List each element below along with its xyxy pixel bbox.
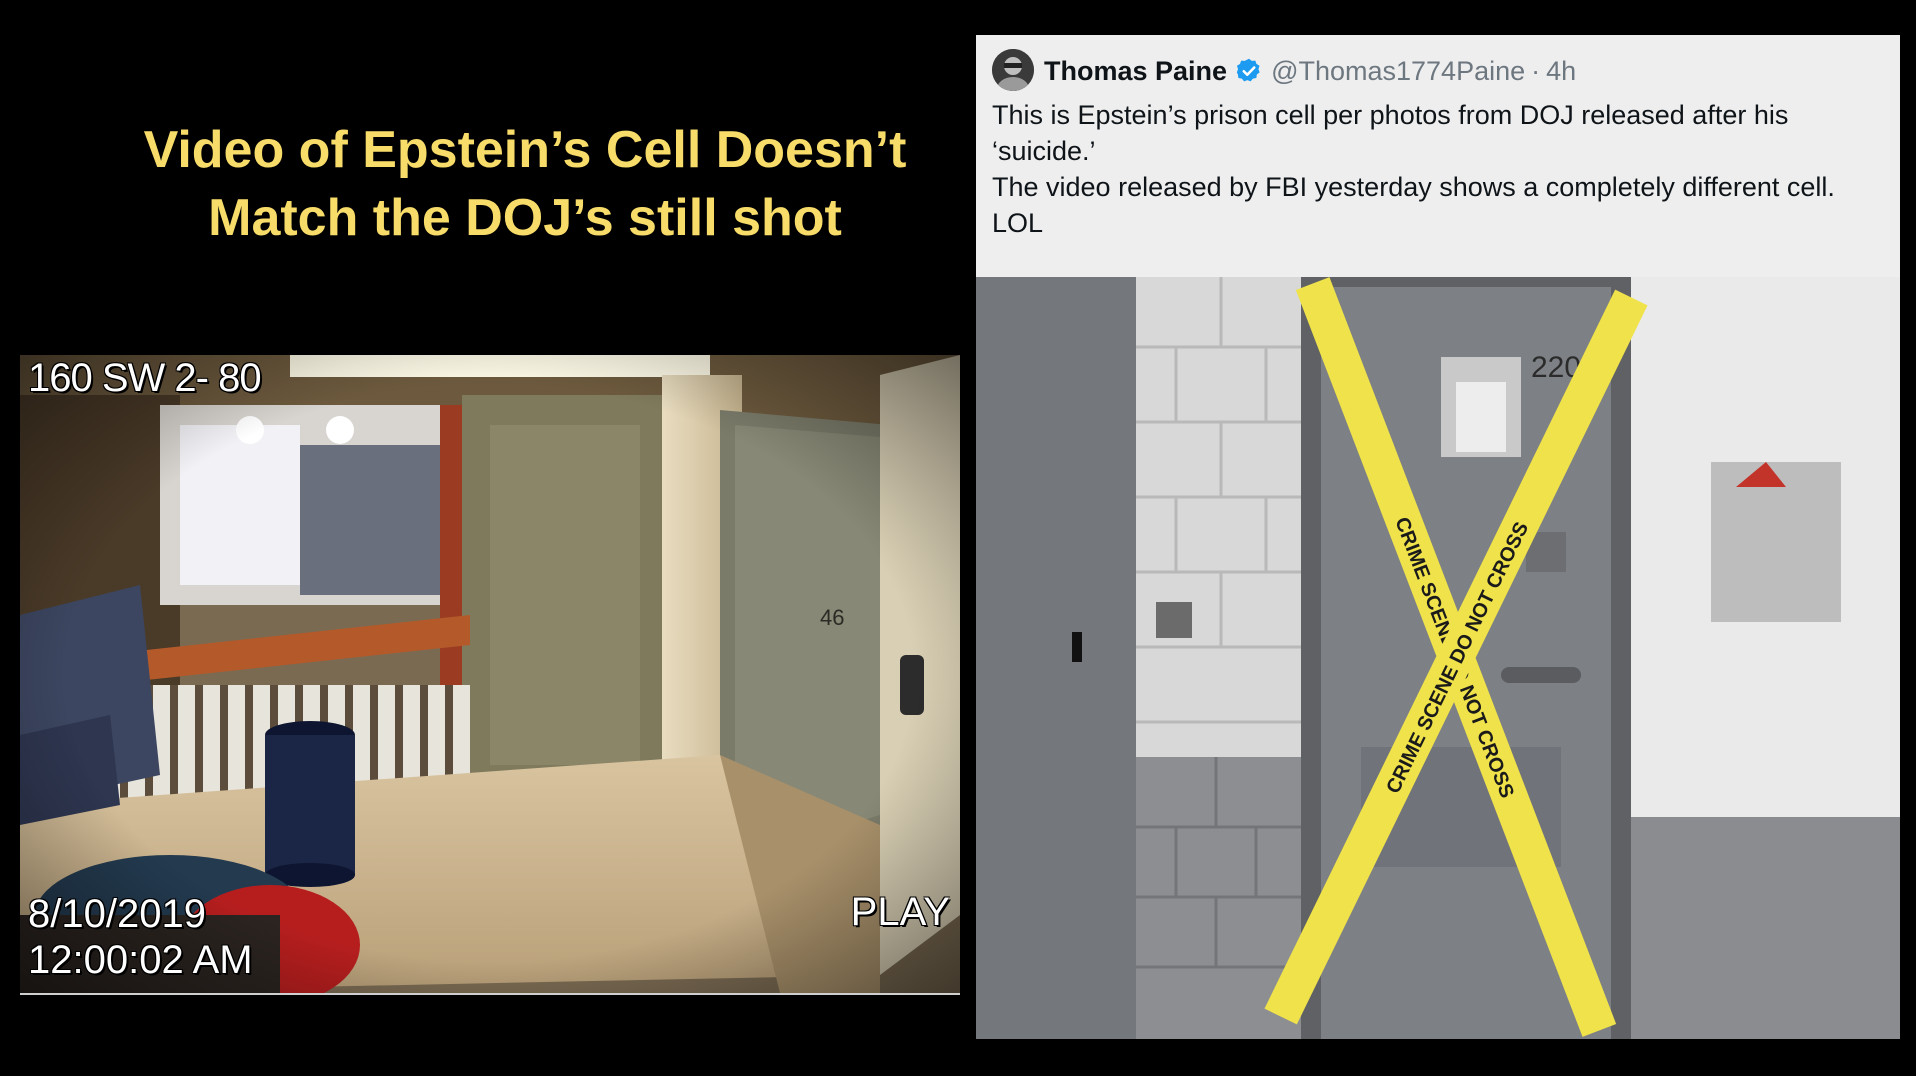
tweet-line: LOL	[992, 208, 1044, 238]
tweet-age[interactable]: 4h	[1546, 56, 1576, 87]
avatar-portrait-icon	[992, 49, 1034, 91]
tweet-line: This is Epstein’s prison cell per photos…	[992, 100, 1789, 130]
cell-door-photo: 220 CRIME SCENE DO NOT CROSS CRIME SCENE	[976, 277, 1900, 1039]
avatar	[992, 49, 1034, 91]
headline: Video of Epstein’s Cell Doesn’t Match th…	[80, 116, 970, 252]
cell-door-scene: 220 CRIME SCENE DO NOT CROSS CRIME SCENE	[976, 277, 1900, 1039]
author-name[interactable]: Thomas Paine	[1044, 56, 1227, 87]
camera-label: 160 SW 2- 80	[28, 356, 262, 400]
slide: Video of Epstein’s Cell Doesn’t Match th…	[0, 0, 1916, 1076]
header-separator: ·	[1531, 55, 1541, 86]
tweet-card: Thomas Paine @Thomas1774Paine · 4h This …	[976, 35, 1900, 277]
cctv-still-image: 46	[20, 355, 960, 995]
tweet-header: Thomas Paine @Thomas1774Paine · 4h	[1044, 53, 1576, 89]
verified-badge-icon	[1235, 57, 1263, 85]
headline-line-1: Video of Epstein’s Cell Doesn’t	[143, 121, 907, 179]
author-handle[interactable]: @Thomas1774Paine	[1271, 56, 1525, 87]
tweet-line: The video released by FBI yesterday show…	[992, 172, 1835, 202]
recording-time: 12:00:02 AM	[28, 938, 253, 982]
recording-date: 8/10/2019	[28, 892, 206, 936]
playback-status: PLAY	[850, 890, 950, 934]
tweet-line: ‘suicide.’	[992, 136, 1096, 166]
tweet-body: This is Epstein’s prison cell per photos…	[992, 97, 1892, 241]
headline-line-2: Match the DOJ’s still shot	[208, 189, 842, 247]
